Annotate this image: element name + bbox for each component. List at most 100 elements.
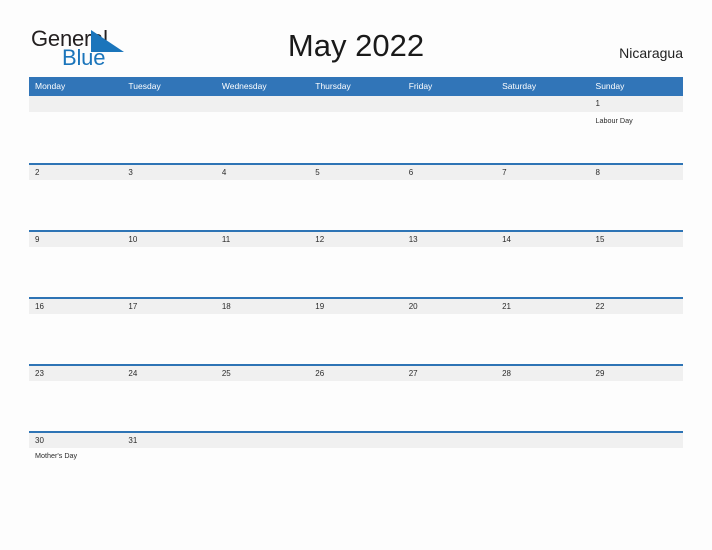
day-cell[interactable] <box>590 381 683 431</box>
day-number[interactable]: 1 <box>590 96 683 112</box>
day-number[interactable]: 30 <box>29 433 122 449</box>
day-number[interactable]: 17 <box>122 299 215 315</box>
day-cell[interactable] <box>590 314 683 364</box>
day-cell[interactable] <box>216 381 309 431</box>
week-date-band: 2 3 4 5 6 7 8 <box>29 164 683 181</box>
day-number[interactable]: 8 <box>590 165 683 181</box>
week-event-band <box>29 247 683 297</box>
day-cell[interactable] <box>403 381 496 431</box>
day-number[interactable] <box>122 96 215 112</box>
day-cell[interactable] <box>122 247 215 297</box>
day-number[interactable]: 27 <box>403 366 496 382</box>
day-number[interactable]: 29 <box>590 366 683 382</box>
week-date-band: 1 <box>29 96 683 112</box>
day-cell[interactable] <box>496 448 589 498</box>
day-cell[interactable] <box>403 314 496 364</box>
day-number[interactable]: 22 <box>590 299 683 315</box>
day-number[interactable]: 19 <box>309 299 402 315</box>
day-cell[interactable] <box>403 113 496 163</box>
day-cell[interactable] <box>122 314 215 364</box>
week-row: 16 17 18 19 20 21 22 <box>29 297 683 364</box>
day-cell[interactable] <box>216 180 309 230</box>
week-date-band: 23 24 25 26 27 28 29 <box>29 365 683 382</box>
day-number[interactable]: 16 <box>29 299 122 315</box>
day-number[interactable]: 12 <box>309 232 402 248</box>
day-number[interactable]: 28 <box>496 366 589 382</box>
day-cell[interactable] <box>216 247 309 297</box>
day-cell[interactable] <box>496 113 589 163</box>
day-number[interactable]: 26 <box>309 366 402 382</box>
day-number[interactable]: 7 <box>496 165 589 181</box>
day-cell[interactable] <box>122 113 215 163</box>
week-row: 9 10 11 12 13 14 15 <box>29 230 683 297</box>
day-cell[interactable] <box>496 247 589 297</box>
day-cell[interactable] <box>29 180 122 230</box>
weekday-friday: Friday <box>408 81 433 91</box>
day-cell[interactable] <box>309 381 402 431</box>
day-number[interactable] <box>403 433 496 449</box>
day-cell[interactable] <box>590 180 683 230</box>
event-label: Labour Day <box>595 116 633 125</box>
day-cell[interactable] <box>403 180 496 230</box>
day-cell[interactable] <box>590 448 683 498</box>
day-number[interactable] <box>309 433 402 449</box>
day-number[interactable] <box>29 96 122 112</box>
day-cell[interactable] <box>216 448 309 498</box>
day-number[interactable]: 13 <box>403 232 496 248</box>
day-number[interactable]: 23 <box>29 366 122 382</box>
week-row: 1 Labour Day <box>29 96 683 163</box>
weekday-thursday: Thursday <box>315 81 351 91</box>
day-number[interactable]: 15 <box>590 232 683 248</box>
day-number[interactable] <box>496 433 589 449</box>
day-cell[interactable] <box>216 113 309 163</box>
week-event-band <box>29 381 683 431</box>
day-cell[interactable] <box>403 448 496 498</box>
day-number[interactable]: 18 <box>216 299 309 315</box>
day-cell[interactable] <box>309 247 402 297</box>
day-number[interactable]: 5 <box>309 165 402 181</box>
day-number[interactable] <box>216 433 309 449</box>
day-number[interactable]: 21 <box>496 299 589 315</box>
day-number[interactable]: 14 <box>496 232 589 248</box>
day-number[interactable]: 3 <box>122 165 215 181</box>
day-cell[interactable] <box>216 314 309 364</box>
day-number[interactable] <box>590 433 683 449</box>
day-cell[interactable] <box>496 381 589 431</box>
day-number[interactable]: 24 <box>122 366 215 382</box>
day-cell[interactable] <box>29 247 122 297</box>
day-number[interactable]: 20 <box>403 299 496 315</box>
day-cell[interactable] <box>122 180 215 230</box>
day-number[interactable]: 11 <box>216 232 309 248</box>
day-number[interactable]: 25 <box>216 366 309 382</box>
day-number[interactable]: 9 <box>29 232 122 248</box>
day-cell[interactable] <box>29 314 122 364</box>
page-title: May 2022 <box>287 28 425 63</box>
day-cell[interactable] <box>122 448 215 498</box>
day-cell[interactable] <box>496 314 589 364</box>
day-cell[interactable]: Mother's Day <box>29 448 122 498</box>
day-cell[interactable] <box>309 448 402 498</box>
day-cell[interactable] <box>29 113 122 163</box>
day-cell[interactable] <box>29 381 122 431</box>
day-number[interactable] <box>216 96 309 112</box>
calendar-page: General Blue May 2022 Nicaragua Monday T… <box>0 0 712 550</box>
day-cell[interactable] <box>122 381 215 431</box>
day-cell[interactable] <box>309 180 402 230</box>
day-number[interactable]: 10 <box>122 232 215 248</box>
day-number[interactable]: 2 <box>29 165 122 181</box>
day-number[interactable]: 31 <box>122 433 215 449</box>
day-number[interactable] <box>309 96 402 112</box>
day-number[interactable]: 4 <box>216 165 309 181</box>
day-cell[interactable] <box>403 247 496 297</box>
day-number[interactable] <box>403 96 496 112</box>
event-label: Mother's Day <box>35 451 78 460</box>
weekday-monday: Monday <box>35 81 66 91</box>
day-cell[interactable] <box>309 113 402 163</box>
day-cell[interactable] <box>309 314 402 364</box>
day-cell[interactable] <box>590 247 683 297</box>
day-cell[interactable] <box>496 180 589 230</box>
day-number[interactable] <box>496 96 589 112</box>
weekday-sunday: Sunday <box>595 81 625 91</box>
day-cell[interactable]: Labour Day <box>590 113 683 163</box>
day-number[interactable]: 6 <box>403 165 496 181</box>
